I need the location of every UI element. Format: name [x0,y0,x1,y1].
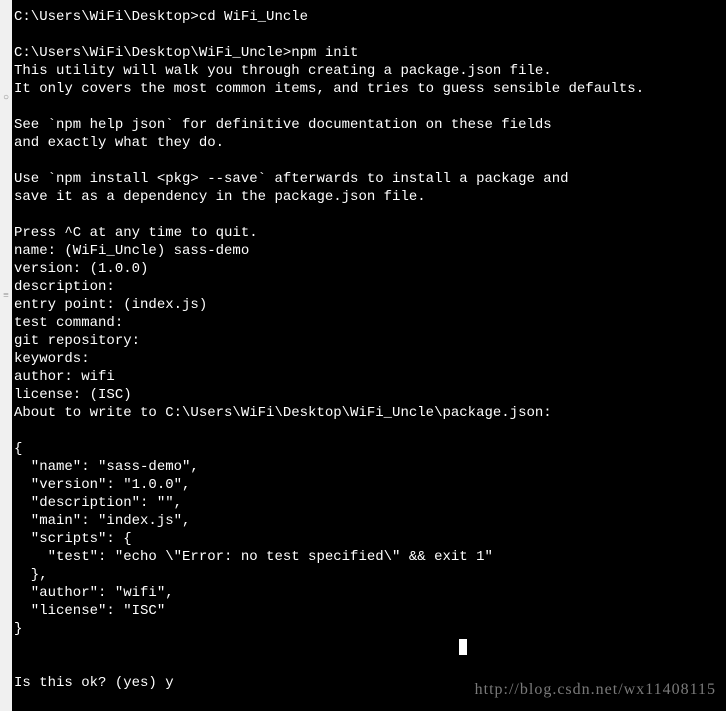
terminal-line: C:\Users\WiFi\Desktop>cd WiFi_Uncle [14,8,726,26]
cursor [459,639,467,655]
terminal-line: and exactly what they do. [14,134,726,152]
terminal-line: version: (1.0.0) [14,260,726,278]
terminal-line: "test": "echo \"Error: no test specified… [14,548,726,566]
terminal-line: { [14,440,726,458]
terminal-line [14,422,726,440]
terminal-line: description: [14,278,726,296]
terminal-line [14,638,726,656]
terminal-line: Press ^C at any time to quit. [14,224,726,242]
terminal-line: See `npm help json` for definitive docum… [14,116,726,134]
terminal-line: }, [14,566,726,584]
terminal-line: "description": "", [14,494,726,512]
terminal-line: C:\Users\WiFi\Desktop\WiFi_Uncle>npm ini… [14,44,726,62]
terminal-line: This utility will walk you through creat… [14,62,726,80]
terminal-output[interactable]: C:\Users\WiFi\Desktop>cd WiFi_Uncle C:\Us… [12,0,726,711]
terminal-line: git repository: [14,332,726,350]
terminal-line [14,98,726,116]
terminal-line [14,656,726,674]
terminal-line: license: (ISC) [14,386,726,404]
gutter-collapse-icon[interactable]: ○ [0,92,12,104]
terminal-line: } [14,620,726,638]
terminal-line: "main": "index.js", [14,512,726,530]
terminal-line: "name": "sass-demo", [14,458,726,476]
terminal-line [14,152,726,170]
watermark-text: http://blog.csdn.net/wx11408115 [475,681,716,699]
terminal-line [14,206,726,224]
terminal-line: author: wifi [14,368,726,386]
terminal-line: "version": "1.0.0", [14,476,726,494]
terminal-line: It only covers the most common items, an… [14,80,726,98]
terminal-line: "author": "wifi", [14,584,726,602]
left-gutter: ○ ≡ [0,0,12,711]
terminal-line: "scripts": { [14,530,726,548]
terminal-line: Use `npm install <pkg> --save` afterward… [14,170,726,188]
terminal-line [14,26,726,44]
terminal-line: "license": "ISC" [14,602,726,620]
terminal-line: name: (WiFi_Uncle) sass-demo [14,242,726,260]
terminal-line: save it as a dependency in the package.j… [14,188,726,206]
gutter-menu-icon[interactable]: ≡ [0,290,12,302]
terminal-line: About to write to C:\Users\WiFi\Desktop\… [14,404,726,422]
terminal-line: entry point: (index.js) [14,296,726,314]
terminal-line: keywords: [14,350,726,368]
terminal-line: test command: [14,314,726,332]
